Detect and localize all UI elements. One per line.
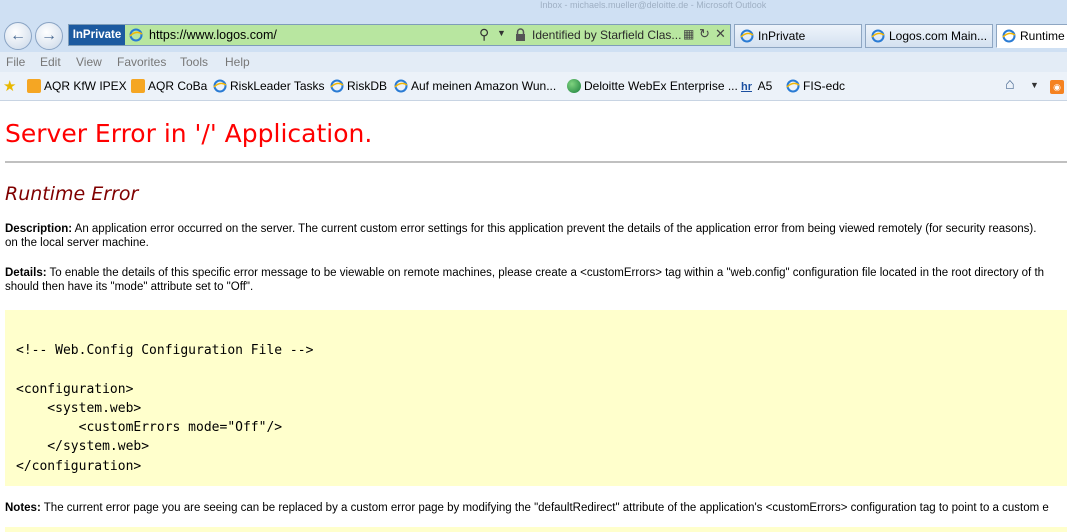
favorites-bar: ★ AQR KfW IPEX AQR CoBa RiskLeader Tasks…: [0, 72, 1067, 101]
favorite-label: Auf meinen Amazon Wun...: [411, 79, 557, 93]
forward-button[interactable]: →: [35, 22, 63, 50]
favorite-label: RiskLeader Tasks: [230, 79, 325, 93]
orange-app-icon: [131, 79, 145, 93]
menu-view[interactable]: View: [76, 55, 102, 69]
stop-icon[interactable]: ✕: [715, 26, 726, 42]
ie-page-icon: [129, 28, 143, 42]
favorite-a5[interactable]: hr A5: [741, 79, 772, 93]
refresh-icon[interactable]: ↻: [699, 26, 710, 42]
ie-page-icon: [330, 79, 344, 93]
globe-icon: [567, 79, 581, 93]
compatibility-view-icon[interactable]: ▦: [683, 27, 694, 41]
ie-page-icon: [1002, 29, 1016, 43]
page-title: Server Error in '/' Application.: [5, 119, 373, 148]
menu-help[interactable]: Help: [225, 55, 250, 69]
description-label: Description:: [5, 223, 73, 235]
notes-label: Notes:: [5, 502, 41, 514]
details-paragraph: Details: To enable the details of this s…: [5, 266, 1044, 294]
menu-bar: File Edit View Favorites Tools Help: [0, 52, 1067, 72]
back-button[interactable]: ←: [4, 22, 32, 50]
arrow-left-icon: ←: [10, 27, 26, 44]
tab-runtime[interactable]: Runtime: [996, 24, 1067, 48]
details-label: Details:: [5, 267, 47, 279]
details-text-cont: should then have its "mode" attribute se…: [5, 281, 254, 293]
favorite-label: FIS-edc: [803, 79, 846, 93]
description-text-cont: on the local server machine.: [5, 237, 149, 249]
favorite-aqr-coba[interactable]: AQR CoBa: [131, 79, 207, 93]
favorite-label: RiskDB: [347, 79, 388, 93]
favorite-riskdb[interactable]: RiskDB: [330, 79, 387, 93]
notes-text: The current error page you are seeing ca…: [40, 502, 1049, 514]
tab-label: InPrivate: [758, 29, 806, 43]
chevron-down-icon[interactable]: ▼: [1030, 80, 1039, 90]
favorite-label: A5: [757, 79, 773, 93]
inprivate-badge[interactable]: InPrivate: [69, 25, 125, 45]
tab-logos[interactable]: Logos.com Main...: [865, 24, 993, 48]
ie-page-icon: [740, 29, 754, 43]
favorite-amazon-wishlist[interactable]: Auf meinen Amazon Wun...: [394, 79, 556, 93]
favorite-label: Deloitte WebEx Enterprise ...: [584, 79, 738, 93]
site-identity[interactable]: Identified by Starfield Clas...: [532, 28, 681, 42]
web-config-code: <!-- Web.Config Configuration File --> <…: [16, 343, 314, 474]
heading-divider: [5, 161, 1067, 163]
menu-file[interactable]: File: [6, 55, 25, 69]
page-content: Server Error in '/' Application. Runtime…: [0, 101, 1067, 532]
favorite-riskleader-tasks[interactable]: RiskLeader Tasks: [213, 79, 325, 93]
window-title: Inbox - michaels.mueller@deloitte.de - M…: [540, 0, 767, 10]
tab-label: Runtime: [1020, 29, 1065, 43]
address-bar[interactable]: InPrivate https://www.logos.com/ ⚲ ▼ Ide…: [68, 24, 731, 46]
chevron-down-icon[interactable]: ▼: [497, 28, 506, 38]
favorite-label: AQR CoBa: [148, 79, 208, 93]
error-subtitle: Runtime Error: [5, 183, 139, 205]
code-block-2: [5, 527, 1067, 532]
arrow-right-icon: →: [41, 27, 57, 44]
ie-page-icon: [786, 79, 800, 93]
menu-favorites[interactable]: Favorites: [117, 55, 166, 69]
notes-paragraph: Notes: The current error page you are se…: [5, 501, 1049, 515]
tab-label: Logos.com Main...: [889, 29, 988, 43]
code-block: <!-- Web.Config Configuration File --> <…: [5, 310, 1067, 486]
description-text: An application error occurred on the ser…: [72, 223, 1037, 235]
ie-page-icon: [213, 79, 227, 93]
menu-tools[interactable]: Tools: [180, 55, 208, 69]
home-icon[interactable]: ⌂: [1005, 76, 1015, 94]
favorite-aqr-kfw-ipex[interactable]: AQR KfW IPEX: [27, 79, 127, 93]
tab-inprivate[interactable]: InPrivate: [734, 24, 862, 48]
favorite-label: AQR KfW IPEX: [44, 79, 127, 93]
url-input[interactable]: https://www.logos.com/: [149, 28, 277, 42]
ie-page-icon: [394, 79, 408, 93]
orange-app-icon: [27, 79, 41, 93]
hr-icon: hr: [741, 81, 752, 93]
details-text: To enable the details of this specific e…: [46, 267, 1045, 279]
favorite-deloitte-webex[interactable]: Deloitte WebEx Enterprise ...: [567, 79, 738, 93]
description-paragraph: Description: An application error occurr…: [5, 222, 1036, 250]
browser-title-bar: Inbox - michaels.mueller@deloitte.de - M…: [0, 0, 1067, 52]
lock-icon[interactable]: [515, 28, 526, 42]
ie-page-icon: [871, 29, 885, 43]
menu-edit[interactable]: Edit: [40, 55, 61, 69]
search-icon[interactable]: ⚲: [479, 26, 489, 43]
favorites-star-icon[interactable]: ★: [3, 77, 16, 95]
favorite-fis-edc[interactable]: FIS-edc: [786, 79, 845, 93]
rss-feed-icon[interactable]: ◉: [1050, 80, 1064, 94]
